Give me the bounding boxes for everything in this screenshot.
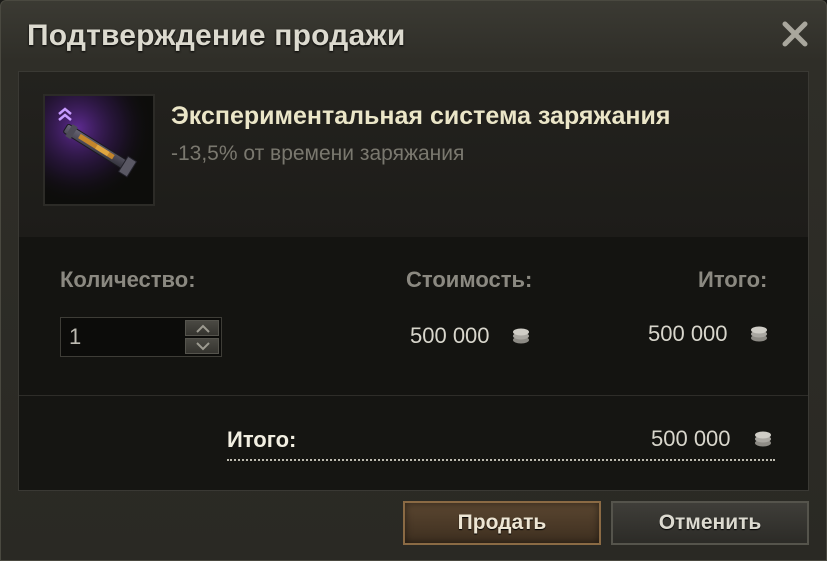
- credits-icon: [755, 431, 771, 447]
- subtotal-label: Итого:: [698, 267, 768, 292]
- dialog-title: Подтверждение продажи: [27, 19, 406, 52]
- sell-button[interactable]: Продать: [403, 501, 601, 545]
- subtotal-value: 500 000: [648, 321, 728, 346]
- total-label: Итого:: [227, 427, 297, 452]
- close-button[interactable]: [780, 19, 810, 49]
- rammer-equipment-icon: [43, 94, 155, 206]
- close-icon: [782, 21, 808, 47]
- total-divider: [227, 459, 775, 461]
- credits-icon: [751, 326, 767, 342]
- quantity-stepper[interactable]: 1: [60, 317, 222, 357]
- sell-confirmation-dialog: Подтверждение продажи Экспериментальная …: [0, 0, 827, 561]
- arrow-down-icon: [196, 342, 210, 351]
- total-value: 500 000: [651, 426, 731, 451]
- price-value: 500 000: [410, 323, 490, 348]
- cancel-button[interactable]: Отменить: [611, 501, 809, 545]
- quantity-input[interactable]: 1: [69, 324, 81, 350]
- price-label: Стоимость:: [406, 267, 533, 292]
- credits-icon: [513, 328, 529, 344]
- arrow-up-icon: [196, 324, 210, 333]
- quantity-decrement-button[interactable]: [185, 338, 219, 354]
- quantity-increment-button[interactable]: [185, 320, 219, 336]
- item-description: -13,5% от времени заряжания: [171, 142, 465, 165]
- item-name: Экспериментальная система заряжания: [171, 102, 671, 130]
- item-row: Экспериментальная система заряжания -13,…: [19, 72, 808, 238]
- dialog-titlebar[interactable]: Подтверждение продажи: [1, 1, 827, 73]
- quantity-label: Количество:: [60, 267, 196, 292]
